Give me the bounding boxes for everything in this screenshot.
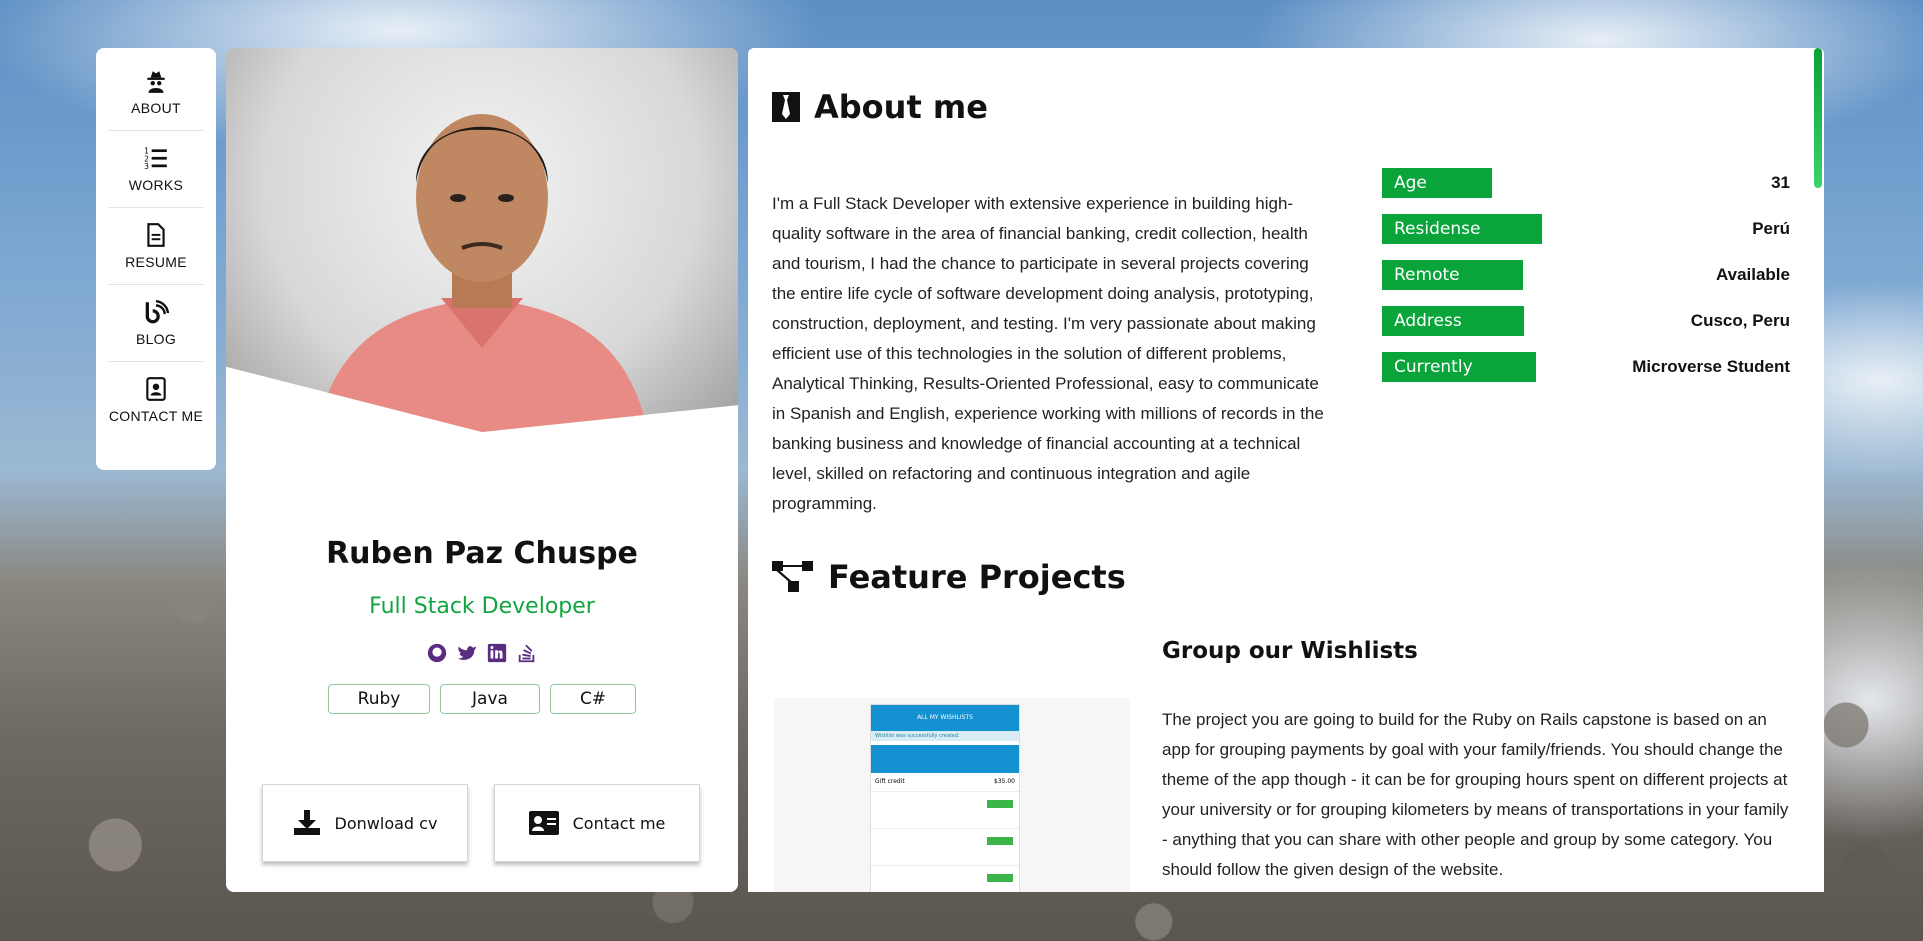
id-card-icon: [528, 811, 559, 835]
blog-icon: [145, 299, 169, 324]
about-heading: About me: [772, 88, 988, 126]
info-value: 31: [1771, 173, 1790, 192]
info-key: Residense: [1382, 214, 1542, 244]
project-phone-mockup: ALL MY WISHLISTS Wishlist was successful…: [870, 704, 1020, 892]
mockup-gift-amount: $35.00: [994, 778, 1015, 785]
scrollbar[interactable]: [1812, 48, 1824, 892]
info-list: Age 31 Residense Perú Remote Available A…: [1382, 160, 1790, 390]
contact-me-button[interactable]: Contact me: [494, 784, 700, 862]
github-icon[interactable]: [426, 642, 448, 664]
nav-label-blog: BLOG: [135, 331, 177, 347]
nav-label-about: ABOUT: [131, 100, 181, 116]
mockup-tabs: [871, 745, 1019, 773]
info-row-age: Age 31: [1382, 160, 1790, 206]
project-description: The project you are going to build for t…: [1162, 710, 1789, 879]
twitter-icon[interactable]: [456, 642, 478, 664]
mockup-gift-row: Gift credit $35.00: [871, 773, 1019, 792]
nav-item-resume[interactable]: RESUME: [108, 208, 204, 285]
social-links: [226, 642, 738, 664]
contact-book-icon: [146, 377, 166, 401]
info-row-residense: Residense Perú: [1382, 206, 1790, 252]
profile-card: Ruben Paz Chuspe Full Stack Developer Ru…: [226, 48, 738, 892]
profile-actions: Donwload cv Contact me: [262, 784, 700, 862]
project-network-icon: [772, 561, 813, 592]
skill-tags: Ruby Java C#: [226, 684, 738, 714]
download-icon: [293, 810, 320, 835]
nav-item-blog[interactable]: BLOG: [108, 285, 204, 362]
mockup-notice: Wishlist was successfully created.: [871, 731, 1019, 741]
nav-label-resume: RESUME: [125, 254, 187, 270]
stackoverflow-icon[interactable]: [516, 642, 538, 664]
skill-tag: C#: [550, 684, 636, 714]
skill-tag: Ruby: [328, 684, 430, 714]
portrait-illustration: [316, 114, 648, 432]
nav-item-about[interactable]: ABOUT: [108, 54, 204, 131]
info-key: Age: [1382, 168, 1492, 198]
tie-icon: [772, 92, 800, 122]
download-cv-button[interactable]: Donwload cv: [262, 784, 468, 862]
info-key: Remote: [1382, 260, 1523, 290]
nav-label-contact: CONTACT ME: [108, 408, 204, 424]
info-value: Cusco, Peru: [1690, 311, 1790, 330]
info-value: Microverse Student: [1632, 357, 1790, 376]
document-icon: [147, 223, 165, 247]
mockup-list-item: [871, 792, 1019, 829]
mockup-list-item: [871, 866, 1019, 892]
mockup-list-item: [871, 829, 1019, 866]
info-row-currently: Currently Microverse Student: [1382, 344, 1790, 390]
profile-role: Full Stack Developer: [369, 594, 595, 619]
mockup-gift-label: Gift credit: [875, 778, 905, 785]
skill-tag: Java: [440, 684, 540, 714]
linkedin-icon[interactable]: [486, 642, 508, 664]
profile-photo: [226, 48, 738, 432]
scrollbar-thumb[interactable]: [1814, 48, 1822, 188]
numbered-list-icon: 123: [144, 147, 167, 171]
projects-title: Feature Projects: [828, 558, 1126, 596]
svg-text:3: 3: [144, 162, 149, 171]
nav-item-works[interactable]: 123 WORKS: [108, 131, 204, 208]
info-row-address: Address Cusco, Peru: [1382, 298, 1790, 344]
nav-label-works: WORKS: [128, 177, 184, 193]
profile-name: Ruben Paz Chuspe: [326, 536, 638, 571]
project-title: Group our Wishlists: [1162, 638, 1418, 664]
info-key: Address: [1382, 306, 1524, 336]
info-key: Currently: [1382, 352, 1536, 382]
download-cv-label: Donwload cv: [334, 813, 438, 833]
info-value: Perú: [1752, 219, 1790, 238]
contact-me-label: Contact me: [572, 813, 666, 833]
mockup-header: ALL MY WISHLISTS: [871, 705, 1019, 731]
info-value: Available: [1715, 265, 1790, 284]
about-text: I'm a Full Stack Developer with extensiv…: [772, 194, 1324, 513]
side-nav: ABOUT 123 WORKS RESUME BLOG CONTACT ME: [96, 48, 216, 470]
about-title: About me: [814, 88, 988, 126]
main-panel: About me I'm a Full Stack Developer with…: [748, 48, 1824, 892]
spy-icon: [147, 71, 165, 93]
nav-item-contact[interactable]: CONTACT ME: [108, 362, 204, 438]
info-row-remote: Remote Available: [1382, 252, 1790, 298]
projects-heading: Feature Projects: [772, 558, 1126, 596]
project-screenshot[interactable]: ALL MY WISHLISTS Wishlist was successful…: [774, 698, 1130, 892]
